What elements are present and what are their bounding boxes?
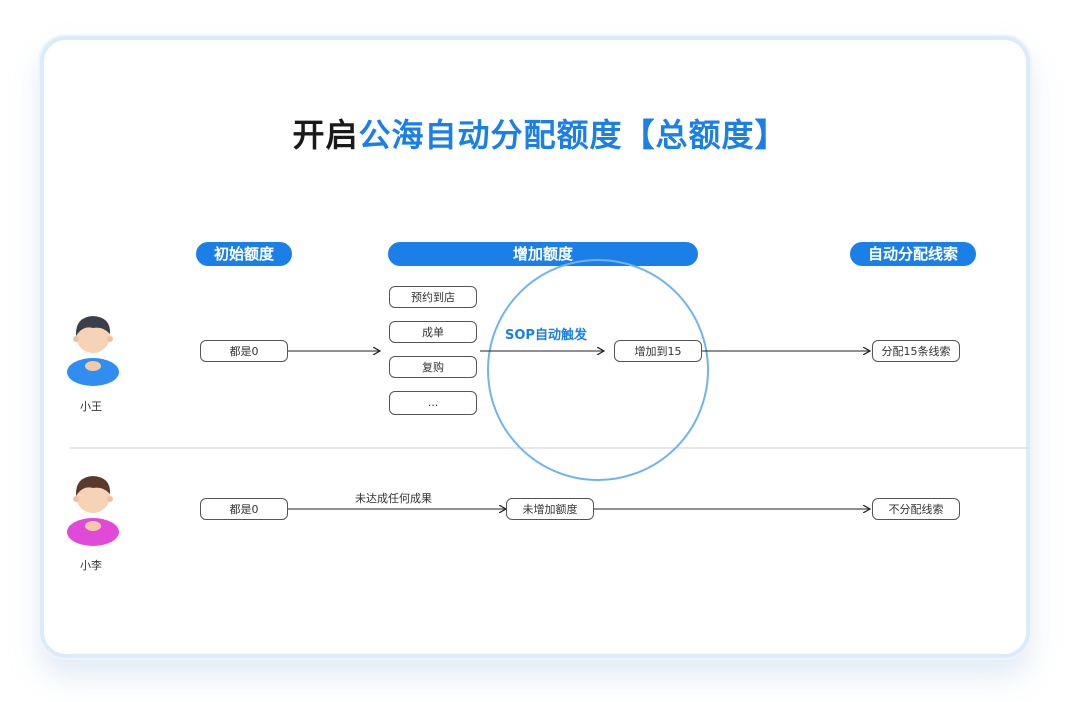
no-increase-box: 未增加额度 (506, 498, 594, 520)
trigger-box: 成单 (389, 321, 477, 343)
trigger-box: 复购 (389, 356, 477, 378)
no-result-edge-label: 未达成任何成果 (355, 492, 432, 505)
person-name-xiaowang: 小王 (80, 400, 102, 413)
sop-trigger-label: SOP自动触发 (505, 328, 587, 343)
trigger-box: 预约到店 (389, 286, 477, 308)
no-assign-box: 不分配线索 (872, 498, 960, 520)
increased-quota-box: 增加到15 (614, 340, 702, 362)
person-avatar-icon (67, 316, 119, 386)
sop-highlight-circle (487, 259, 709, 481)
trigger-box: ... (389, 391, 477, 415)
person-name-xiaoli: 小李 (80, 559, 102, 572)
initial-quota-box: 都是0 (200, 498, 288, 520)
initial-quota-box: 都是0 (200, 340, 288, 362)
person-avatar-icon (67, 476, 119, 546)
assign-result-box: 分配15条线索 (872, 340, 960, 362)
